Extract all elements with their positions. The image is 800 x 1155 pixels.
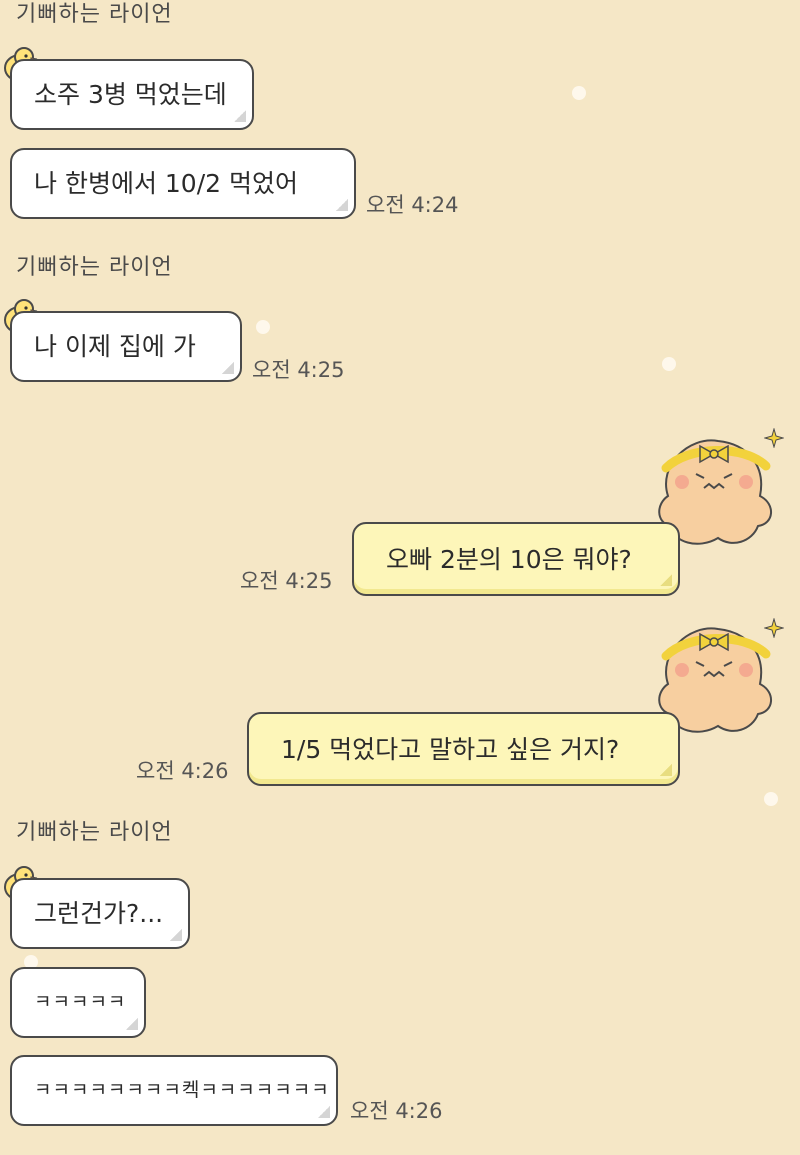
- incoming-message-bubble[interactable]: ㅋㅋㅋㅋㅋ: [10, 967, 146, 1038]
- sender-name: 기뻐하는 라이언: [16, 255, 173, 280]
- bubble-fold: [222, 362, 234, 374]
- message-text: 그런건가?...: [34, 899, 164, 928]
- bubble-fold: [660, 764, 672, 776]
- bubble-fold: [234, 110, 246, 122]
- bubble-fold: [318, 1106, 330, 1118]
- incoming-message-bubble[interactable]: 그런건가?...: [10, 878, 190, 949]
- incoming-message-bubble[interactable]: ㅋㅋㅋㅋㅋㅋㅋㅋ켁ㅋㅋㅋㅋㅋㅋㅋ: [10, 1055, 338, 1126]
- sparkle-icon: [764, 618, 784, 638]
- message-timestamp: 오전 4:26: [350, 1099, 443, 1123]
- message-text: 나 한병에서 10/2 먹었어: [34, 169, 298, 198]
- message-timestamp: 오전 4:26: [136, 759, 229, 783]
- message-text: 소주 3병 먹었는데: [34, 80, 227, 109]
- incoming-message-bubble[interactable]: 나 한병에서 10/2 먹었어: [10, 148, 356, 219]
- message-text: 1/5 먹었다고 말하고 싶은 거지?: [281, 734, 620, 764]
- background-dot: [572, 86, 586, 100]
- bubble-fold: [170, 929, 182, 941]
- message-timestamp: 오전 4:24: [366, 193, 459, 217]
- message-text: 나 이제 집에 가: [34, 332, 196, 361]
- bubble-fold: [126, 1018, 138, 1030]
- sender-name: 기뻐하는 라이언: [16, 2, 173, 27]
- incoming-message-bubble[interactable]: 소주 3병 먹었는데: [10, 59, 254, 130]
- background-dot: [764, 792, 778, 806]
- message-timestamp: 오전 4:25: [240, 569, 333, 593]
- bubble-fold: [660, 574, 672, 586]
- background-dot: [662, 357, 676, 371]
- incoming-message-bubble[interactable]: 나 이제 집에 가: [10, 311, 242, 382]
- outgoing-message-bubble[interactable]: 오빠 2분의 10은 뭐야?: [352, 522, 680, 596]
- outgoing-message-bubble[interactable]: 1/5 먹었다고 말하고 싶은 거지?: [247, 712, 680, 786]
- message-timestamp: 오전 4:25: [252, 358, 345, 382]
- background-dot: [256, 320, 270, 334]
- bubble-fold: [336, 199, 348, 211]
- message-text: ㅋㅋㅋㅋㅋ: [34, 991, 127, 1013]
- message-text: 오빠 2분의 10은 뭐야?: [386, 544, 632, 574]
- message-text: ㅋㅋㅋㅋㅋㅋㅋㅋ켁ㅋㅋㅋㅋㅋㅋㅋ: [34, 1079, 330, 1101]
- sparkle-icon: [764, 428, 784, 448]
- sender-name: 기뻐하는 라이언: [16, 820, 173, 845]
